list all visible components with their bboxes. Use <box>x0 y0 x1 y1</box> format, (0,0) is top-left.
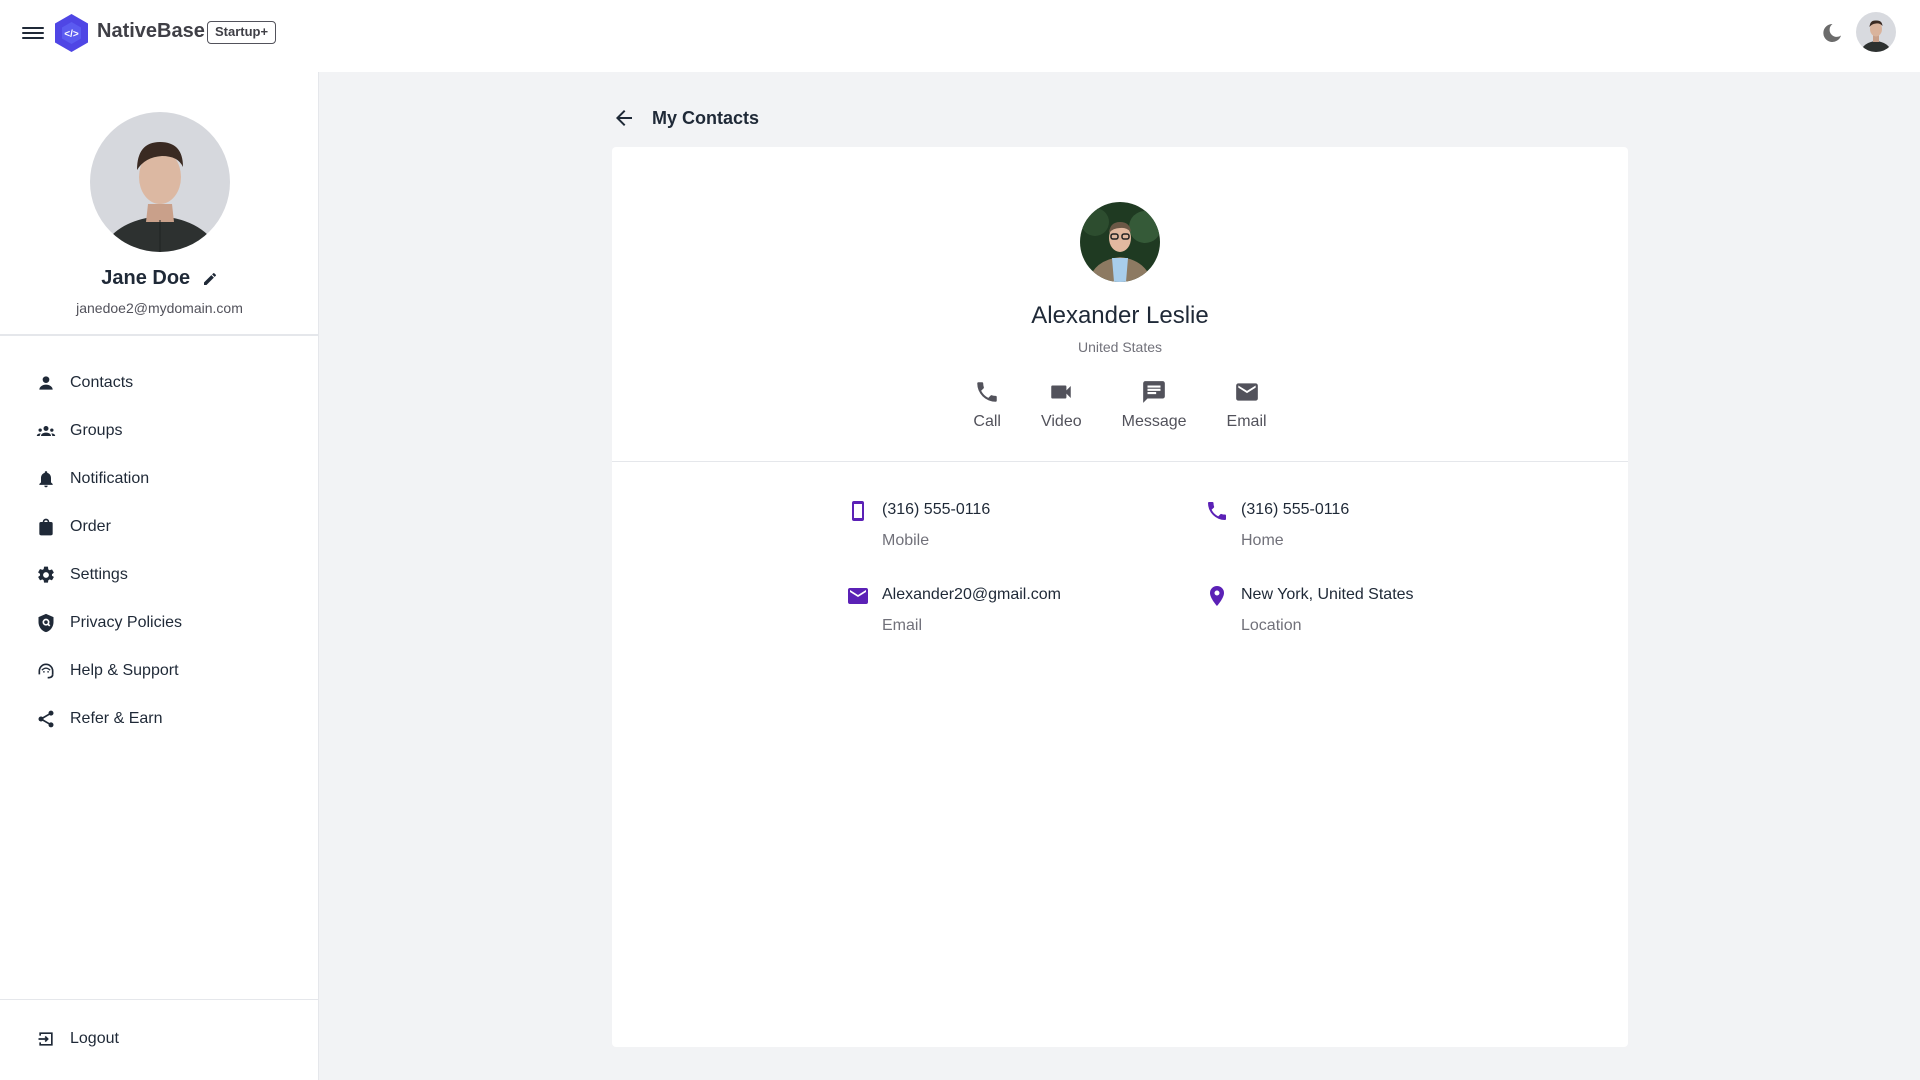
contact-actions: Call Video Message Email <box>612 379 1628 431</box>
moon-icon[interactable] <box>1820 21 1844 45</box>
phone-icon <box>977 382 997 402</box>
plan-badge: Startup+ <box>207 21 277 44</box>
detail-location: New York, United States Location <box>1205 584 1445 637</box>
detail-value[interactable]: (316) 555-0116 <box>882 499 990 521</box>
profile-name-text: Jane Doe <box>101 267 191 289</box>
contact-name: Alexander Leslie <box>1031 302 1209 329</box>
call-label: Call <box>973 413 1001 430</box>
sidebar-nav: Contacts Groups Notification Order Setti… <box>0 359 319 743</box>
detail-kind: Location <box>1241 617 1302 634</box>
shield-icon <box>38 613 54 633</box>
call-button[interactable]: Call <box>973 379 1001 431</box>
location-pin-icon <box>1210 586 1224 606</box>
detail-value[interactable]: New York, United States <box>1241 584 1414 606</box>
groups-icon <box>36 426 56 436</box>
contact-detail-card: Alexander Leslie United States Call Vide… <box>612 147 1628 1047</box>
arrow-left-icon[interactable] <box>612 106 636 130</box>
share-icon <box>38 710 54 728</box>
contact-avatar <box>1080 202 1160 282</box>
pencil-edit-icon[interactable] <box>202 271 218 287</box>
brand-name: NativeBase <box>97 20 205 42</box>
profile-avatar[interactable] <box>90 112 230 252</box>
logout-label: Logout <box>70 1030 119 1047</box>
logout-section: Logout <box>0 1015 319 1063</box>
logout-icon <box>38 1032 53 1046</box>
detail-mobile: (316) 555-0116 Mobile <box>846 499 1205 552</box>
message-icon <box>1143 381 1165 403</box>
detail-kind: Email <box>882 617 923 634</box>
sidebar-item-notification[interactable]: Notification <box>0 455 319 503</box>
sidebar-item-privacy-policies[interactable]: Privacy Policies <box>0 599 319 647</box>
sidebar: Jane Doe janedoe2@mydomain.com Contacts … <box>0 72 319 1080</box>
sidebar-item-label: Contacts <box>70 374 134 391</box>
person-icon <box>39 376 53 390</box>
detail-value[interactable]: Alexander20@gmail.com <box>882 584 1061 606</box>
logout-button[interactable]: Logout <box>0 1015 319 1063</box>
email-label: Email <box>1226 413 1267 430</box>
page-header: My Contacts <box>612 104 759 132</box>
mobile-icon <box>852 501 864 521</box>
card-divider <box>612 461 1628 462</box>
sidebar-item-label: Settings <box>70 566 128 583</box>
video-button[interactable]: Video <box>1041 379 1082 431</box>
detail-kind: Home <box>1241 532 1284 549</box>
sidebar-item-label: Groups <box>70 422 123 439</box>
phone-icon <box>1208 502 1226 520</box>
sidebar-divider <box>0 334 319 336</box>
detail-kind: Mobile <box>882 532 930 549</box>
sidebar-item-label: Help & Support <box>70 662 179 679</box>
video-label: Video <box>1040 413 1082 430</box>
profile-email: janedoe2@mydomain.com <box>76 300 243 316</box>
sidebar-item-help-support[interactable]: Help & Support <box>0 647 319 695</box>
message-label: Message <box>1121 413 1187 430</box>
sidebar-item-settings[interactable]: Settings <box>0 551 319 599</box>
sidebar-item-label: Refer & Earn <box>70 710 163 727</box>
hamburger-menu-button[interactable] <box>22 24 44 42</box>
email-icon <box>848 588 868 604</box>
user-avatar[interactable] <box>1856 12 1896 52</box>
email-button[interactable]: Email <box>1227 379 1267 431</box>
sidebar-item-label: Privacy Policies <box>70 614 183 631</box>
sidebar-bottom-divider <box>0 999 319 1000</box>
sidebar-item-refer-earn[interactable]: Refer & Earn <box>0 695 319 743</box>
nativebase-logo-icon: </> <box>55 14 88 52</box>
sidebar-item-label: Notification <box>70 470 150 487</box>
sidebar-item-label: Order <box>70 518 111 535</box>
headset-icon <box>38 663 54 679</box>
detail-home: (316) 555-0116 Home <box>1205 499 1445 552</box>
top-header: </> NativeBase Startup+ <box>0 0 1920 72</box>
svg-text:</>: </> <box>64 29 79 40</box>
sidebar-item-groups[interactable]: Groups <box>0 407 319 455</box>
video-icon <box>1051 385 1072 399</box>
sidebar-item-order[interactable]: Order <box>0 503 319 551</box>
bell-icon <box>39 471 53 488</box>
email-icon <box>1235 383 1258 401</box>
page-title: My Contacts <box>652 107 760 128</box>
gear-icon <box>38 566 54 583</box>
contact-country: United States <box>1077 339 1163 355</box>
shopping-bag-icon <box>39 518 53 536</box>
message-button[interactable]: Message <box>1122 379 1187 431</box>
sidebar-item-contacts[interactable]: Contacts <box>0 359 319 407</box>
profile-name: Jane Doe <box>0 267 319 290</box>
detail-value[interactable]: (316) 555-0116 <box>1241 499 1349 521</box>
contact-details: (316) 555-0116 Mobile (316) 555-0116 Hom… <box>846 499 1446 637</box>
detail-email: Alexander20@gmail.com Email <box>846 584 1205 637</box>
